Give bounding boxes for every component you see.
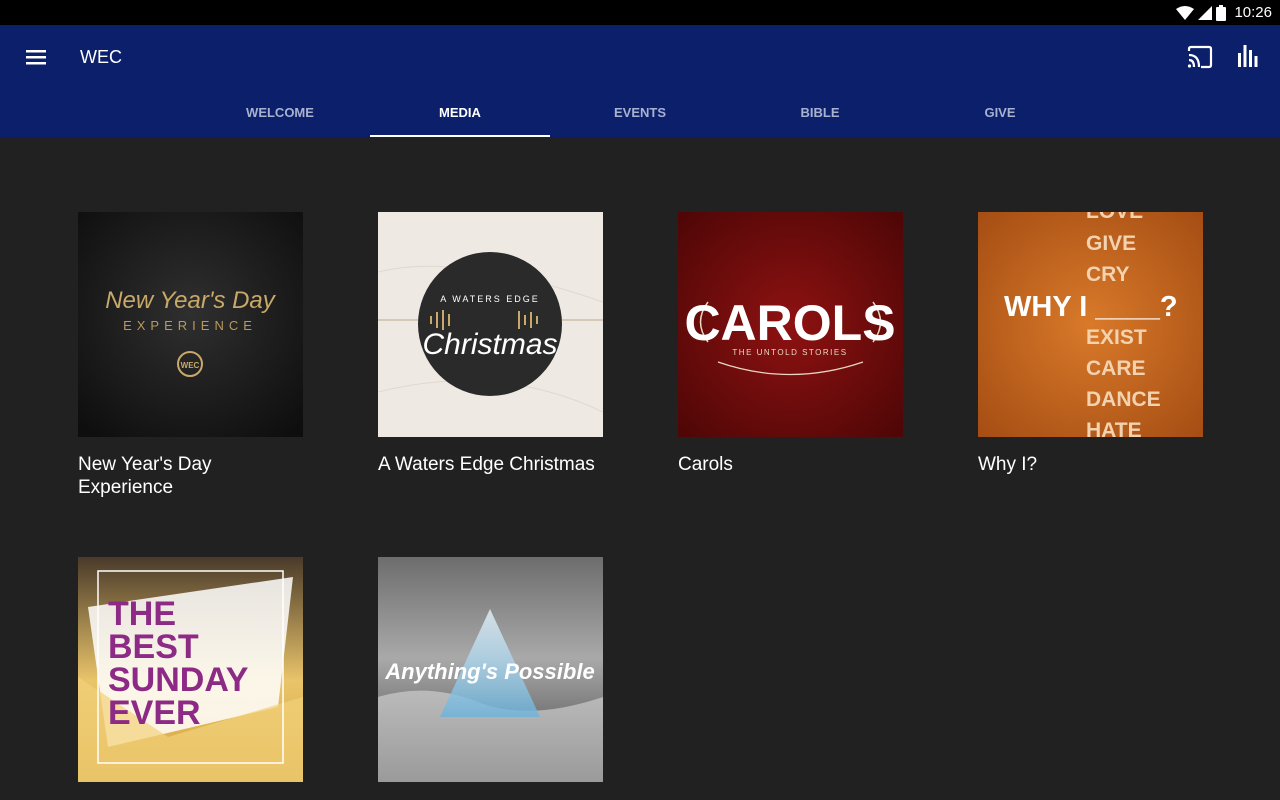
- art-word-care: CARE: [1086, 357, 1146, 380]
- battery-icon: [1216, 5, 1226, 21]
- media-title: A Waters Edge Christmas: [378, 454, 595, 475]
- tab-welcome[interactable]: WELCOME: [190, 97, 370, 137]
- art-text-logo: WEC: [181, 361, 200, 370]
- art-word-give: GIVE: [1086, 232, 1136, 255]
- menu-button[interactable]: [20, 43, 52, 71]
- tab-events[interactable]: EVENTS: [550, 97, 730, 137]
- tab-give[interactable]: GIVE: [910, 97, 1090, 137]
- status-bar: 10:26: [0, 0, 1280, 25]
- media-card-anythings-possible[interactable]: Anything's Possible: [378, 557, 603, 782]
- art-word-hate: HATE: [1086, 419, 1142, 437]
- tab-bible[interactable]: BIBLE: [730, 97, 910, 137]
- status-icons: [1176, 5, 1226, 21]
- art-text-subtitle: A WATERS EDGE: [440, 294, 540, 304]
- media-thumbnail: CAROLS THE UNTOLD STORIES: [678, 212, 903, 437]
- art-word-cry: CRY: [1086, 263, 1130, 286]
- art-text-title: New Year's Day: [105, 287, 277, 314]
- media-thumbnail: A WATERS EDGE Christmas: [378, 212, 603, 437]
- art-text-title: Christmas: [422, 328, 557, 361]
- media-title: New Year's Day Experience: [78, 454, 212, 498]
- status-time: 10:26: [1234, 4, 1272, 21]
- app-title: WEC: [80, 47, 122, 67]
- media-card-best-sunday-ever[interactable]: THE BEST SUNDAY EVER: [78, 557, 303, 782]
- media-card-waters-edge-christmas[interactable]: A WATERS EDGE Christmas A Waters Edge Ch…: [378, 212, 603, 476]
- media-title: Why I?: [978, 454, 1038, 475]
- menu-icon: [26, 50, 46, 65]
- media-card-why-i[interactable]: LOVE GIVE CRY EXIST CARE DANCE HATE WHY …: [978, 212, 1203, 476]
- app-bar: WEC WELCOME MEDIA EVENTS BIBLE GIVE: [0, 25, 1280, 137]
- art-line-ever: EVER: [108, 694, 201, 732]
- media-card-carols[interactable]: CAROLS THE UNTOLD STORIES Carols: [678, 212, 903, 476]
- media-thumbnail: THE BEST SUNDAY EVER: [78, 557, 303, 782]
- media-thumbnail: LOVE GIVE CRY EXIST CARE DANCE HATE WHY …: [978, 212, 1203, 437]
- wifi-icon: [1176, 6, 1194, 20]
- cast-icon: [1187, 45, 1213, 69]
- art-text-subtitle: THE UNTOLD STORIES: [732, 348, 847, 357]
- stats-button[interactable]: [1236, 43, 1260, 69]
- tab-bar: WELCOME MEDIA EVENTS BIBLE GIVE: [190, 97, 1090, 137]
- media-thumbnail: New Year's Day EXPERIENCE WEC: [78, 212, 303, 437]
- art-word-dance: DANCE: [1086, 388, 1161, 411]
- art-word-exist: EXIST: [1086, 326, 1147, 349]
- signal-icon: [1198, 6, 1212, 20]
- art-text-title: WHY I ____?: [1004, 291, 1178, 323]
- art-word-love: LOVE: [1086, 212, 1143, 223]
- art-text-title: CAROLS: [684, 295, 895, 351]
- art-text-subtitle: EXPERIENCE: [123, 318, 257, 333]
- art-text-title: Anything's Possible: [384, 659, 594, 684]
- cast-button[interactable]: [1186, 45, 1214, 69]
- media-thumbnail: Anything's Possible: [378, 557, 603, 782]
- tab-media[interactable]: MEDIA: [370, 97, 550, 137]
- media-card-new-years-day[interactable]: New Year's Day EXPERIENCE WEC New Year's…: [78, 212, 303, 499]
- media-title: Carols: [678, 454, 733, 475]
- bar-chart-icon: [1238, 45, 1258, 67]
